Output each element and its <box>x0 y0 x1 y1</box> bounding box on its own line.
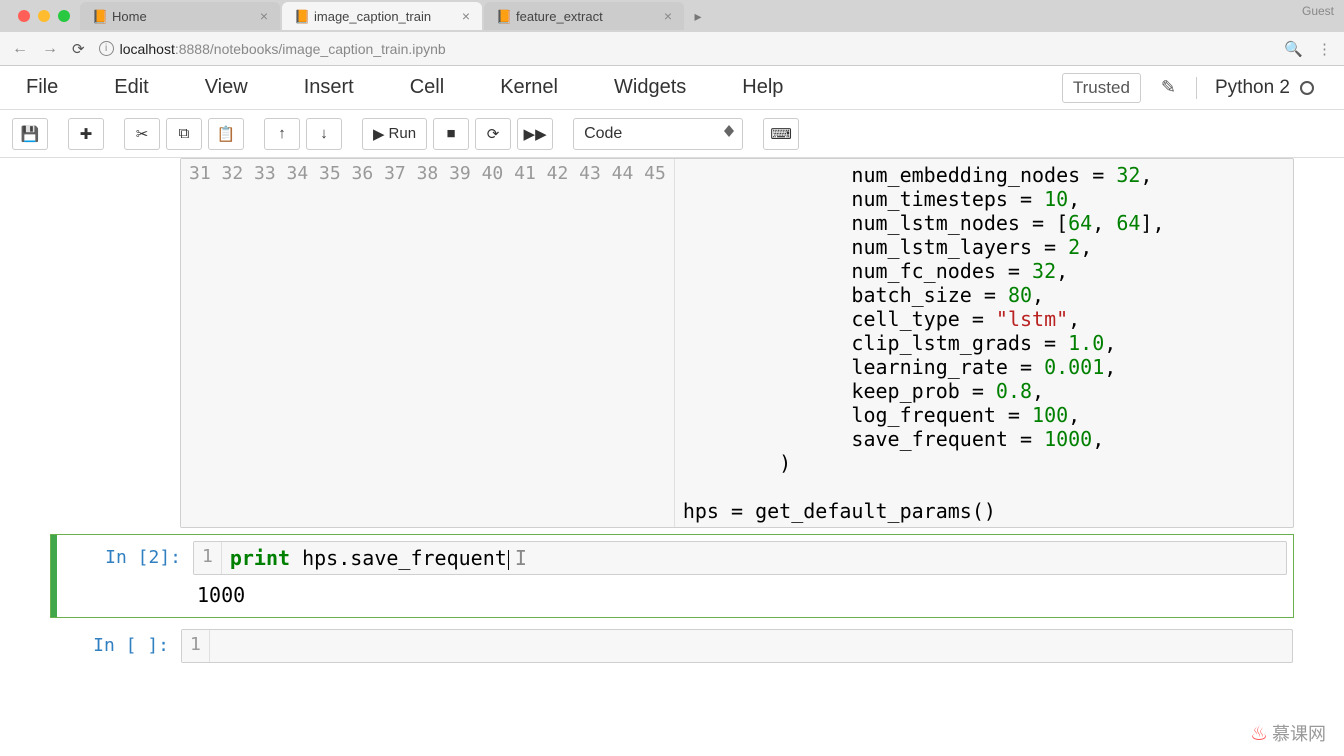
watermark: ♨ 慕课网 <box>1250 720 1326 746</box>
restart-run-all-button[interactable]: ▶▶ <box>517 118 553 150</box>
forward-button[interactable]: → <box>42 40 58 58</box>
url-input[interactable]: i localhost:8888/notebooks/image_caption… <box>99 41 1271 57</box>
command-palette-button[interactable]: ⌨ <box>763 118 799 150</box>
output-prompt <box>63 575 193 611</box>
browser-chrome: 📙 Home × 📙 image_caption_train × 📙 feature_… <box>0 0 1344 66</box>
menu-icon[interactable]: ⋮ <box>1317 40 1332 58</box>
maximize-window-button[interactable] <box>58 10 70 22</box>
code-editor[interactable]: print hps.save_frequentI <box>222 542 535 574</box>
address-bar: ← → ⟳ i localhost:8888/notebooks/image_c… <box>0 32 1344 66</box>
tab-title: feature_extract <box>516 9 603 24</box>
text-cursor-glyph: I <box>515 546 527 570</box>
edit-icon[interactable]: ✎ <box>1161 77 1176 98</box>
menu-file[interactable]: File <box>16 76 86 99</box>
menu-widgets[interactable]: Widgets <box>586 76 714 99</box>
restart-button[interactable]: ⟳ <box>475 118 511 150</box>
new-tab-button[interactable]: ▸ <box>686 8 710 25</box>
trusted-indicator[interactable]: Trusted <box>1062 73 1141 103</box>
menu-edit[interactable]: Edit <box>86 76 176 99</box>
cell-prompt: In [2]: <box>63 541 193 575</box>
code-cell[interactable]: 31 32 33 34 35 36 37 38 39 40 41 42 43 4… <box>50 158 1294 528</box>
jupyter-favicon-icon: 📙 <box>92 9 106 23</box>
cell-prompt <box>50 158 180 528</box>
window-controls <box>8 10 80 22</box>
cell-output: 1000 <box>193 575 249 611</box>
minimize-window-button[interactable] <box>38 10 50 22</box>
watermark-text: 慕课网 <box>1272 720 1326 746</box>
menu-insert[interactable]: Insert <box>276 76 382 99</box>
paste-button[interactable]: 📋 <box>208 118 244 150</box>
kernel-name: Python 2 <box>1215 77 1290 99</box>
url-port: :8888 <box>175 41 210 57</box>
close-tab-icon[interactable]: × <box>462 8 470 24</box>
move-up-button[interactable]: ↑ <box>264 118 300 150</box>
menu-cell[interactable]: Cell <box>382 76 472 99</box>
tab-feature-extract[interactable]: 📙 feature_extract × <box>484 2 684 30</box>
close-tab-icon[interactable]: × <box>260 8 268 24</box>
close-window-button[interactable] <box>18 10 30 22</box>
tab-image-caption-train[interactable]: 📙 image_caption_train × <box>282 2 482 30</box>
move-down-button[interactable]: ↓ <box>306 118 342 150</box>
celltype-select[interactable]: Code <box>573 118 743 150</box>
interrupt-button[interactable]: ■ <box>433 118 469 150</box>
tab-home[interactable]: 📙 Home × <box>80 2 280 30</box>
kernel-indicator[interactable]: Python 2 <box>1196 77 1314 99</box>
menu-kernel[interactable]: Kernel <box>472 76 586 99</box>
cut-button[interactable]: ✂ <box>124 118 160 150</box>
url-host: localhost <box>120 41 175 57</box>
menu-view[interactable]: View <box>177 76 276 99</box>
menu-help[interactable]: Help <box>714 76 811 99</box>
code-editor[interactable] <box>210 630 238 662</box>
notebook-toolbar: 💾 ✚ ✂ ⧉ 📋 ↑ ↓ ▶ Run ■ ⟳ ▶▶ Code ⌨ <box>0 110 1344 158</box>
notebook: File Edit View Insert Cell Kernel Widget… <box>0 66 1344 756</box>
jupyter-favicon-icon: 📙 <box>294 9 308 23</box>
save-button[interactable]: 💾 <box>12 118 48 150</box>
code-cell[interactable]: In [ ]: 1 <box>50 628 1294 664</box>
line-gutter: 1 <box>194 542 222 574</box>
text-cursor <box>508 550 509 570</box>
code-cell-selected[interactable]: In [2]: 1 print hps.save_frequentI 1000 <box>50 534 1294 618</box>
site-info-icon[interactable]: i <box>99 41 114 56</box>
flame-icon: ♨ <box>1250 721 1268 746</box>
tab-bar: 📙 Home × 📙 image_caption_train × 📙 feature_… <box>0 0 1344 32</box>
line-gutter: 1 <box>182 630 210 662</box>
notebook-menu-bar: File Edit View Insert Cell Kernel Widget… <box>0 66 1344 110</box>
kernel-status-icon <box>1300 81 1314 95</box>
zoom-icon[interactable]: 🔍 <box>1284 40 1303 58</box>
back-button[interactable]: ← <box>12 40 28 58</box>
run-button[interactable]: ▶ Run <box>362 118 427 150</box>
copy-button[interactable]: ⧉ <box>166 118 202 150</box>
jupyter-favicon-icon: 📙 <box>496 9 510 23</box>
cell-prompt: In [ ]: <box>51 629 181 663</box>
code-editor[interactable]: num_embedding_nodes = 32, num_timesteps … <box>675 159 1173 527</box>
reload-button[interactable]: ⟳ <box>72 40 85 58</box>
close-tab-icon[interactable]: × <box>664 8 672 24</box>
line-gutter: 31 32 33 34 35 36 37 38 39 40 41 42 43 4… <box>181 159 675 527</box>
tab-title: image_caption_train <box>314 9 431 24</box>
tab-title: Home <box>112 9 147 24</box>
url-path: /notebooks/image_caption_train.ipynb <box>210 41 446 57</box>
profile-label[interactable]: Guest <box>1302 4 1334 18</box>
insert-cell-button[interactable]: ✚ <box>68 118 104 150</box>
cells-container: 31 32 33 34 35 36 37 38 39 40 41 42 43 4… <box>0 158 1344 664</box>
